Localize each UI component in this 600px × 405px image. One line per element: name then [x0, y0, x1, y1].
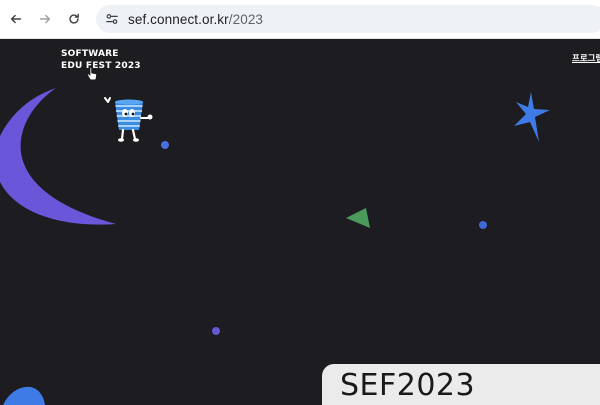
hero-title: SEF2023	[340, 368, 476, 403]
url-path: /2023	[228, 11, 264, 27]
cup-mascot-illustration	[104, 97, 153, 142]
reload-button[interactable]	[63, 8, 85, 30]
logo-line-1: SOFTWARE	[61, 49, 119, 59]
reload-icon	[69, 13, 79, 24]
browser-toolbar: sef.connect.or.kr/2023	[0, 0, 600, 39]
hand-cursor-icon	[87, 67, 97, 81]
hero-card: SEF2023	[322, 364, 600, 405]
url-text[interactable]: sef.connect.or.kr/2023	[128, 12, 263, 27]
address-bar[interactable]: sef.connect.or.kr/2023	[96, 5, 600, 33]
back-button[interactable]	[5, 8, 27, 30]
blue-dot	[479, 221, 487, 229]
site-logo[interactable]: SOFTWARE EDU FEST 2023	[61, 48, 141, 72]
back-arrow-icon	[10, 14, 22, 24]
forward-arrow-icon	[39, 14, 51, 24]
site-info-button[interactable]	[102, 9, 122, 29]
blue-blob-shape	[3, 386, 45, 405]
star-shape	[514, 92, 550, 142]
page-content: SOFTWARE EDU FEST 2023 프로그램 SEF2023	[0, 40, 600, 405]
nav-link-program[interactable]: 프로그램	[572, 52, 600, 64]
site-info-icon	[106, 14, 118, 24]
forward-button[interactable]	[34, 8, 56, 30]
logo-line-2: EDU FEST 2023	[61, 61, 141, 71]
url-host: sef.connect.or.kr	[128, 11, 229, 27]
purple-dot	[212, 327, 220, 335]
blue-dot	[161, 141, 169, 149]
triangle-shape	[346, 208, 370, 228]
